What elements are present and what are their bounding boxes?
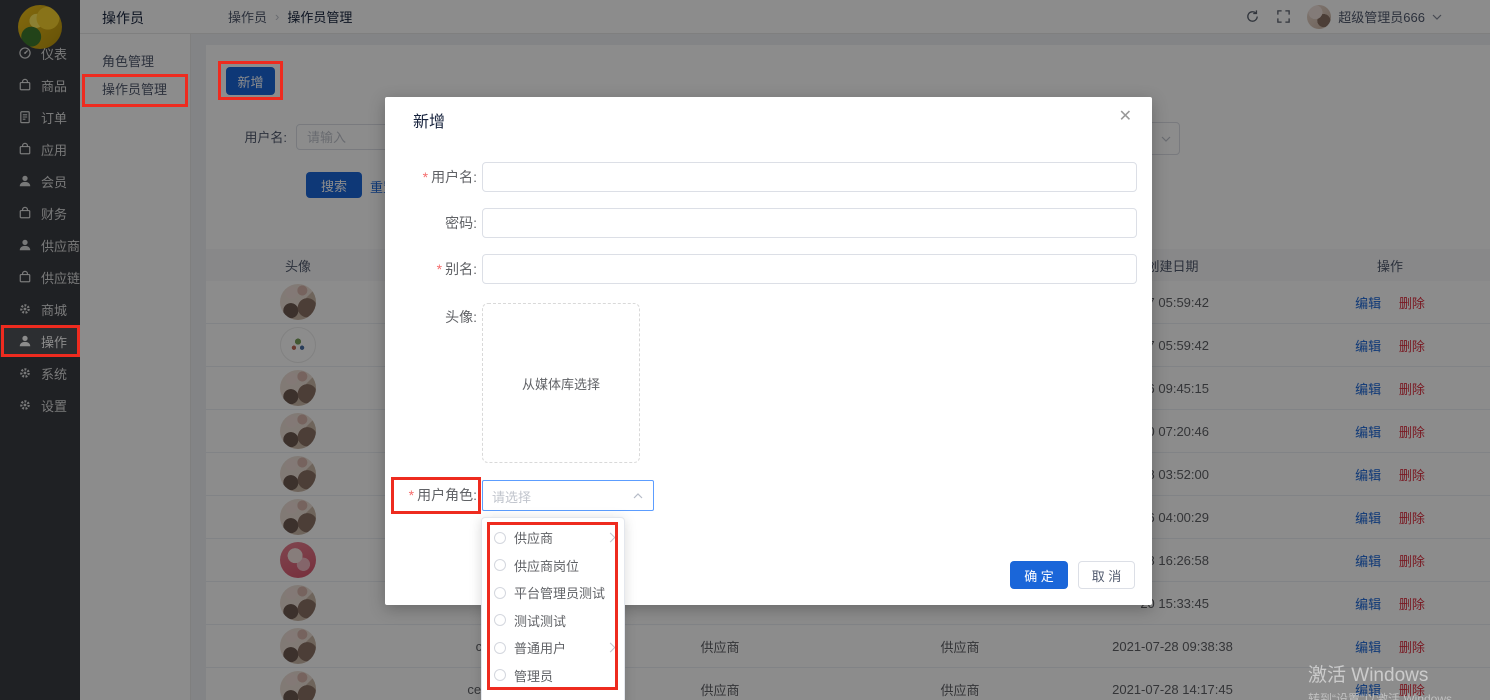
username-field-row: *用户名: — [385, 162, 1152, 192]
avatar-field-label: 头像: — [385, 303, 477, 463]
required-asterisk: * — [423, 169, 428, 185]
username-field[interactable] — [482, 162, 1137, 192]
screen: 仪表 商品 订单 应用 会员 财务 供应 — [0, 0, 1490, 700]
confirm-button[interactable]: 确 定 — [1010, 561, 1068, 589]
required-asterisk: * — [409, 487, 414, 503]
upload-text: 从媒体库选择 — [522, 374, 600, 393]
dropdown-option[interactable]: 平台管理员测试 — [482, 579, 624, 607]
radio-icon — [494, 669, 506, 681]
dropdown-option-label: 供应商 — [514, 528, 553, 547]
dropdown-option-label: 管理员 — [514, 666, 553, 685]
dropdown-option[interactable]: 普通用户 — [482, 634, 624, 662]
radio-icon — [494, 587, 506, 599]
username-field-label: 用户名: — [431, 169, 477, 185]
dropdown-option[interactable]: 管理员 — [482, 662, 624, 690]
modal-title: 新增 — [413, 108, 445, 132]
avatar-field-row: 头像: 从媒体库选择 — [385, 303, 1152, 463]
dropdown-option[interactable]: 供应商 — [482, 524, 624, 552]
chevron-up-icon — [633, 493, 643, 499]
role-dropdown: 供应商 供应商岗位 平台管理员测试 测试测试 普通用户 管理员 — [481, 517, 625, 700]
alias-field-row: *别名: — [385, 254, 1152, 284]
role-field-label: 用户角色: — [417, 487, 477, 503]
radio-icon — [494, 642, 506, 654]
dropdown-option-label: 测试测试 — [514, 611, 566, 630]
chevron-right-icon — [606, 643, 616, 653]
alias-field[interactable] — [482, 254, 1137, 284]
watermark-line2: 转到“设置”以激活 Windows。 — [1308, 690, 1464, 700]
radio-icon — [494, 532, 506, 544]
role-field-row: *用户角色: 请选择 — [385, 480, 1152, 511]
cancel-button[interactable]: 取 消 — [1078, 561, 1135, 589]
chevron-right-icon — [606, 533, 616, 543]
alias-field-label: 别名: — [445, 261, 477, 277]
dropdown-option-label: 供应商岗位 — [514, 556, 579, 575]
watermark-line1: 激活 Windows — [1308, 660, 1464, 687]
dropdown-option[interactable]: 供应商岗位 — [482, 552, 624, 580]
role-select-placeholder: 请选择 — [492, 487, 531, 506]
close-icon[interactable]: ✕ — [1119, 109, 1132, 125]
required-asterisk: * — [437, 261, 442, 277]
password-field-label: 密码: — [385, 208, 477, 238]
dropdown-option-label: 平台管理员测试 — [514, 583, 605, 602]
password-field[interactable] — [482, 208, 1137, 238]
dropdown-option[interactable]: 测试测试 — [482, 607, 624, 635]
windows-watermark: 激活 Windows 转到“设置”以激活 Windows。 — [1308, 660, 1464, 700]
media-library-upload[interactable]: 从媒体库选择 — [482, 303, 640, 463]
dropdown-option-label: 普通用户 — [514, 638, 566, 657]
role-select[interactable]: 请选择 — [482, 480, 654, 511]
radio-icon — [494, 614, 506, 626]
password-field-row: 密码: — [385, 208, 1152, 238]
radio-icon — [494, 559, 506, 571]
